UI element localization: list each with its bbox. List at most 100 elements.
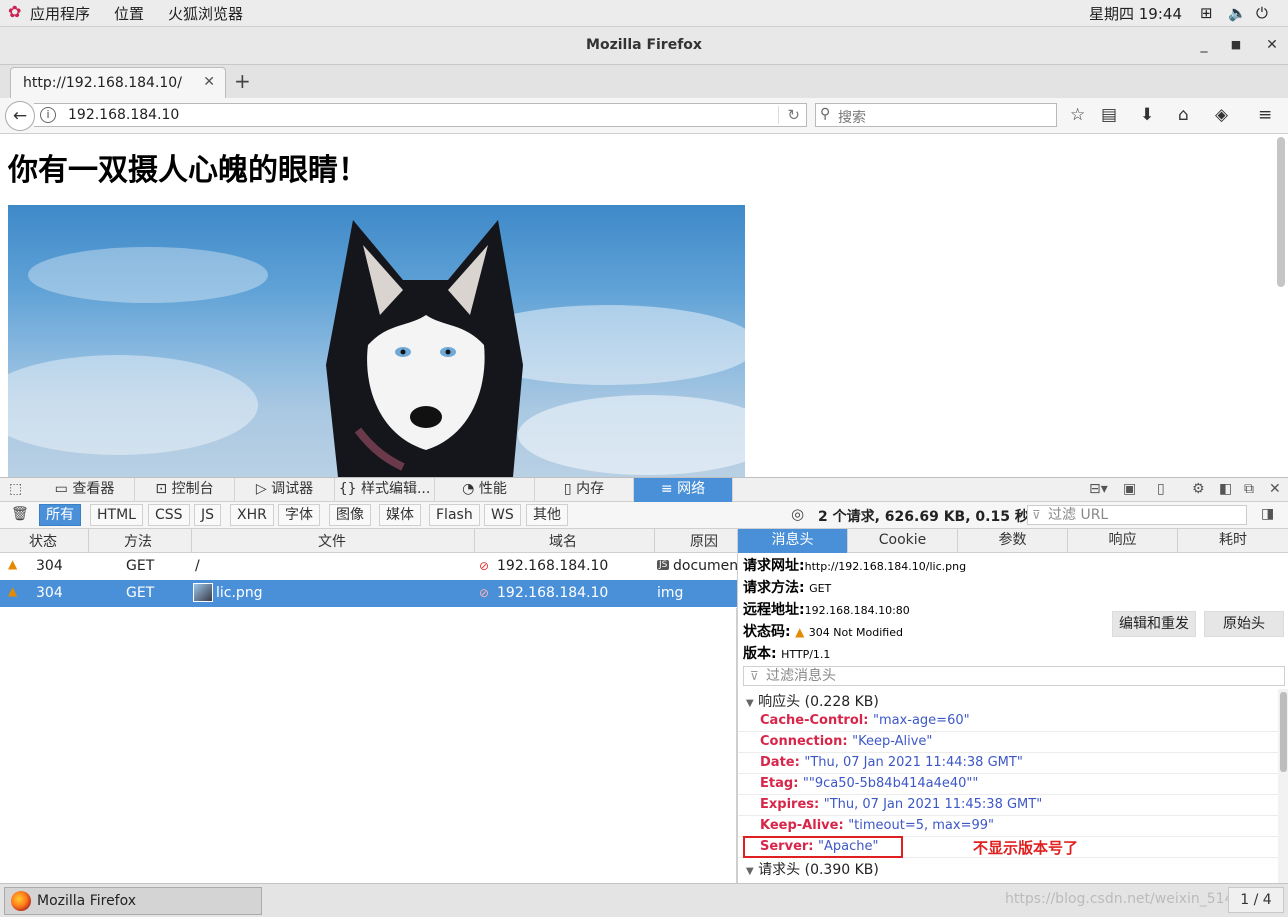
toggle-sidebar-icon[interactable]: ◨ xyxy=(1261,506,1274,522)
tab-strip: http://192.168.184.10/ ✕ + xyxy=(0,65,1288,98)
request-method-line: 请求方法: GET xyxy=(743,577,831,597)
filter-images[interactable]: 图像 xyxy=(329,504,371,526)
back-button[interactable]: ← xyxy=(5,101,35,131)
browser-tab[interactable]: http://192.168.184.10/ ✕ xyxy=(10,67,226,98)
close-window-icon[interactable]: ✕ xyxy=(1264,37,1280,53)
filter-fonts[interactable]: 字体 xyxy=(278,504,320,526)
request-headers-section[interactable]: ▼ 请求头 (0.390 KB) xyxy=(746,859,879,879)
tab-inspector[interactable]: ▭ 查看器 xyxy=(35,478,135,502)
home-icon[interactable]: ⌂ xyxy=(1178,105,1189,125)
tab-performance[interactable]: ◔ 性能 xyxy=(435,478,535,502)
network-icon[interactable]: ⊞ xyxy=(1200,4,1213,22)
tab-headers[interactable]: 消息头 xyxy=(738,529,848,553)
volume-icon[interactable]: 🔈 xyxy=(1228,4,1247,22)
filter-url-input[interactable]: 过滤 URL xyxy=(1027,505,1247,525)
trash-icon[interactable]: 🗑 xyxy=(11,506,29,522)
bookmark-star-icon[interactable]: ☆ xyxy=(1070,105,1085,125)
url-bar[interactable]: i 192.168.184.10 ↻ xyxy=(34,103,807,127)
header-row[interactable]: Cache-Control: "max-age=60" xyxy=(738,711,1278,732)
workspace-pager[interactable]: 1 / 4 xyxy=(1228,887,1284,913)
column-domain[interactable]: 域名 xyxy=(549,531,577,551)
tab-style-editor[interactable]: {} 样式编辑... xyxy=(335,478,435,502)
filter-all[interactable]: 所有 xyxy=(39,504,81,526)
header-row[interactable]: Connection: "Keep-Alive" xyxy=(738,732,1278,753)
power-icon[interactable]: ⏻ xyxy=(1256,4,1268,22)
search-input[interactable]: 搜索 xyxy=(838,107,866,127)
clock[interactable]: 星期四 19:44 xyxy=(1089,3,1182,24)
tab-params[interactable]: 参数 xyxy=(958,529,1068,553)
pocket-icon[interactable]: ◈ xyxy=(1215,105,1228,125)
new-tab-icon[interactable]: + xyxy=(234,69,251,93)
column-cause[interactable]: 原因 xyxy=(690,531,718,551)
filter-js[interactable]: JS xyxy=(194,504,222,526)
tab-memory[interactable]: ▯ 内存 xyxy=(535,478,634,502)
filter-media[interactable]: 媒体 xyxy=(379,504,421,526)
dock-side-icon[interactable]: ◧ xyxy=(1219,481,1232,497)
settings-gear-icon[interactable]: ⚙ xyxy=(1192,481,1205,497)
header-row[interactable]: Expires: "Thu, 07 Jan 2021 11:45:38 GMT" xyxy=(738,795,1278,816)
taskbar-app-label: Mozilla Firefox xyxy=(37,893,137,909)
taskbar: Mozilla Firefox https://blog.csdn.net/we… xyxy=(0,883,1288,917)
performance-icon: ◔ xyxy=(462,481,479,497)
applications-icon xyxy=(8,2,24,21)
filter-ws[interactable]: WS xyxy=(484,504,521,526)
watermark: https://blog.csdn.net/weixin_5143 xyxy=(1005,891,1243,907)
header-row[interactable]: Keep-Alive: "timeout=5, max=99" xyxy=(738,816,1278,837)
separate-window-icon[interactable]: ⧉ xyxy=(1244,481,1254,497)
layout-icon[interactable]: ⊟▾ xyxy=(1089,481,1108,497)
header-value: ""9ca50-5b84b414a4e40"" xyxy=(802,776,979,791)
details-tabs: 消息头 Cookie 参数 响应 耗时 xyxy=(738,529,1288,553)
firefox-app-menu[interactable]: 火狐浏览器 xyxy=(168,3,243,24)
filter-flash[interactable]: Flash xyxy=(429,504,480,526)
husky-image xyxy=(8,205,745,477)
taskbar-firefox-button[interactable]: Mozilla Firefox xyxy=(4,887,262,915)
page-scrollbar[interactable] xyxy=(1277,137,1285,287)
filter-css[interactable]: CSS xyxy=(148,504,190,526)
column-file[interactable]: 文件 xyxy=(318,531,346,551)
filter-other[interactable]: 其他 xyxy=(526,504,568,526)
url-input[interactable]: 192.168.184.10 xyxy=(68,107,179,123)
tab-console[interactable]: ⊡ 控制台 xyxy=(135,478,235,502)
places-menu[interactable]: 位置 xyxy=(114,3,144,24)
minimize-icon[interactable]: _ xyxy=(1196,37,1212,53)
filter-xhr[interactable]: XHR xyxy=(230,504,274,526)
edit-and-resend-button[interactable]: 编辑和重发 xyxy=(1112,611,1196,637)
header-row[interactable]: Etag: ""9ca50-5b84b414a4e40"" xyxy=(738,774,1278,795)
tab-label: 调试器 xyxy=(271,481,314,497)
maximize-icon[interactable]: ■ xyxy=(1228,37,1244,53)
responsive-design-icon[interactable]: ▯ xyxy=(1157,481,1165,497)
search-box[interactable]: ⚲ 搜索 xyxy=(815,103,1057,127)
info-icon[interactable]: i xyxy=(40,107,56,123)
split-console-icon[interactable]: ▣ xyxy=(1123,481,1136,497)
headers-scroll-thumb[interactable] xyxy=(1280,692,1287,772)
filter-headers-input[interactable]: 过滤消息头 xyxy=(743,666,1285,686)
header-value: "max-age=60" xyxy=(872,713,970,728)
reload-icon[interactable]: ↻ xyxy=(778,106,800,124)
downloads-icon[interactable]: ⬇ xyxy=(1140,105,1154,125)
request-url-value: http://192.168.184.10/lic.png xyxy=(804,560,967,573)
tab-label: 查看器 xyxy=(72,481,115,497)
performance-analysis-icon[interactable]: ◎ xyxy=(791,505,804,523)
filter-html[interactable]: HTML xyxy=(90,504,143,526)
version-line: 版本: HTTP/1.1 xyxy=(743,643,830,663)
close-tab-icon[interactable]: ✕ xyxy=(203,74,215,90)
tab-debugger[interactable]: ▷ 调试器 xyxy=(235,478,335,502)
tab-network[interactable]: ≡ 网络 xyxy=(634,478,733,502)
response-headers-section[interactable]: ▼ 响应头 (0.228 KB) xyxy=(746,691,879,711)
raw-headers-button[interactable]: 原始头 xyxy=(1204,611,1284,637)
tab-cookie[interactable]: Cookie xyxy=(848,529,958,553)
tab-response[interactable]: 响应 xyxy=(1068,529,1178,553)
hamburger-menu-icon[interactable]: ≡ xyxy=(1258,105,1272,125)
column-method[interactable]: 方法 xyxy=(124,531,152,551)
inspector-icon: ▭ xyxy=(54,481,73,497)
applications-menu[interactable]: 应用程序 xyxy=(30,3,90,24)
table-row[interactable]: ▲ 304 GET / ⊘ 192.168.184.10 JS document xyxy=(0,553,744,580)
tab-timings[interactable]: 耗时 xyxy=(1178,529,1288,553)
column-status[interactable]: 状态 xyxy=(29,531,57,551)
header-value: "Thu, 07 Jan 2021 11:44:38 GMT" xyxy=(804,755,1023,770)
pick-element-icon[interactable]: ⬚ xyxy=(9,481,22,497)
close-devtools-icon[interactable]: ✕ xyxy=(1269,481,1281,497)
table-row[interactable]: ▲ 304 GET lic.png ⊘ 192.168.184.10 img xyxy=(0,580,737,607)
header-row[interactable]: Date: "Thu, 07 Jan 2021 11:44:38 GMT" xyxy=(738,753,1278,774)
bookmarks-list-icon[interactable]: ▤ xyxy=(1101,105,1117,125)
